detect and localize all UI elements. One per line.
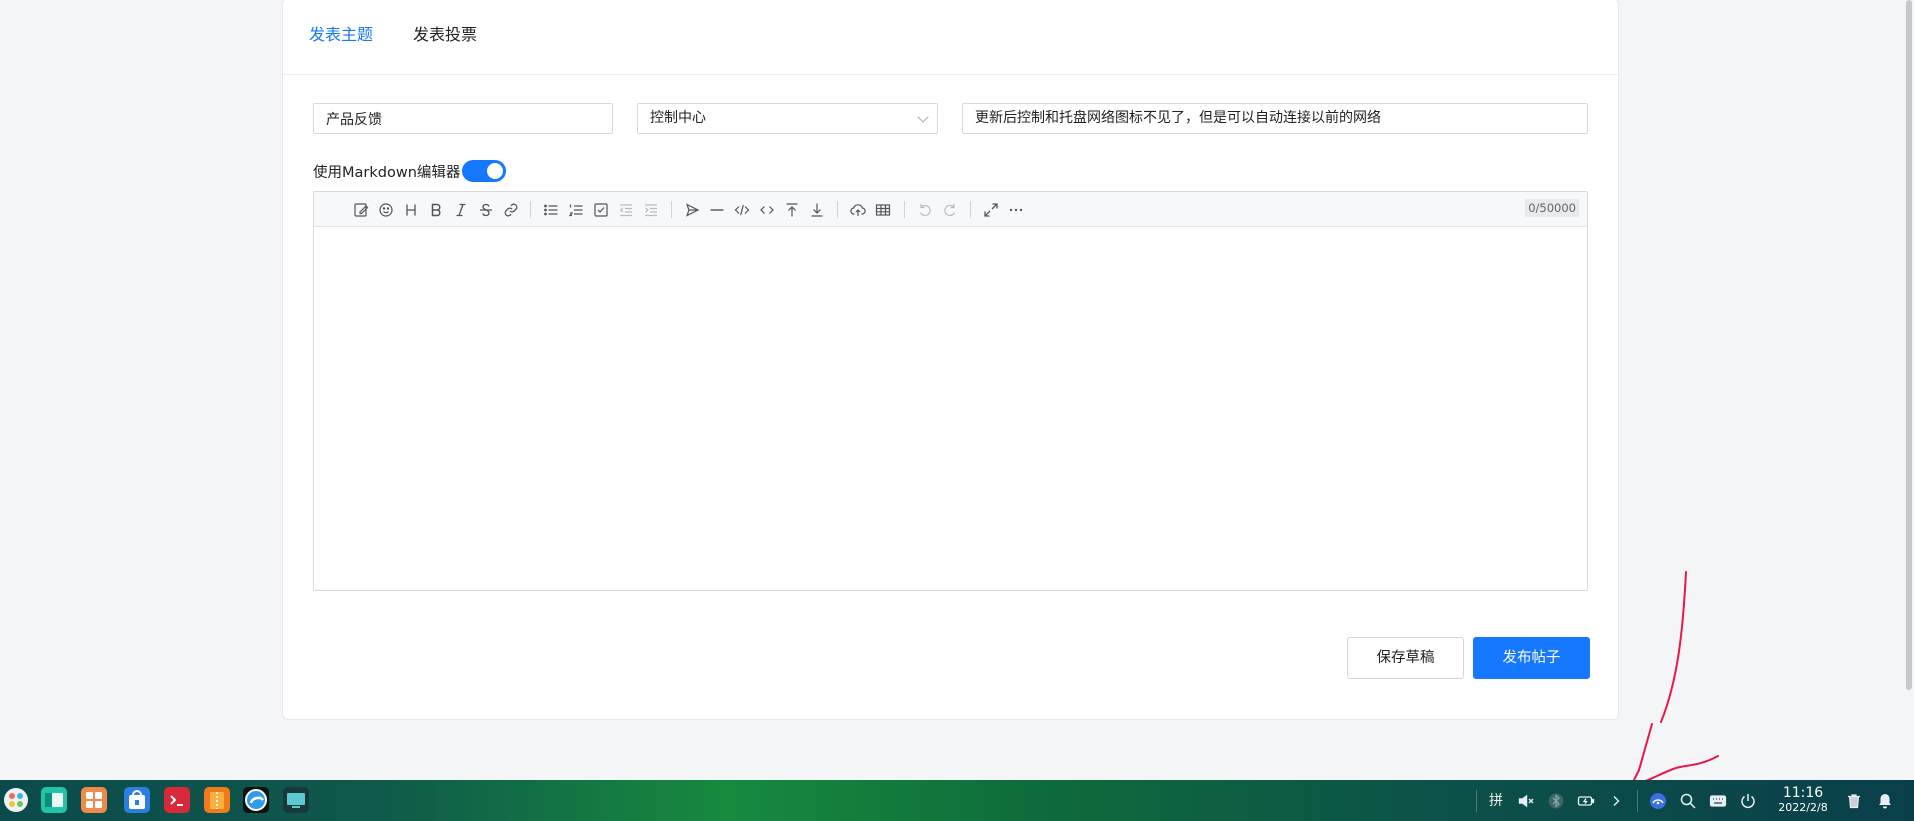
archive-manager-icon[interactable] [204, 787, 230, 813]
hr-icon[interactable] [708, 201, 726, 219]
trash-icon[interactable] [1843, 790, 1865, 812]
undo-icon[interactable] [916, 201, 934, 219]
taskbar: 拼 11:16 2022/2/8 [0, 780, 1914, 821]
switch-knob [487, 163, 504, 179]
title-input[interactable]: 更新后控制和托盘网络图标不见了，但是可以自动连接以前的网络 [962, 103, 1588, 134]
post-form-card: 发表主题 发表投票 产品反馈 控制中心 更新后控制和托盘网络图标不见了，但是可以… [282, 0, 1619, 720]
markdown-switch[interactable] [462, 160, 507, 182]
file-manager-icon[interactable] [41, 787, 67, 813]
strike-icon[interactable] [477, 201, 495, 219]
save-draft-button[interactable]: 保存草稿 [1347, 637, 1464, 679]
title-value: 更新后控制和托盘网络图标不见了，但是可以自动连接以前的网络 [975, 110, 1381, 126]
markdown-editor[interactable]: 0/50000 [313, 191, 1588, 591]
power-icon[interactable] [1737, 790, 1759, 812]
launcher-icon[interactable] [3, 787, 29, 813]
editor-toolbar: 0/50000 [314, 192, 1587, 227]
battery-icon[interactable] [1575, 790, 1597, 812]
volume-muted-icon[interactable] [1515, 790, 1537, 812]
tray-separator [1476, 790, 1477, 812]
toolbar-separator [970, 201, 971, 218]
bullet-list-icon[interactable] [542, 201, 560, 219]
category-field[interactable]: 产品反馈 [313, 103, 613, 134]
toolbar-separator [837, 201, 838, 218]
toolbar-separator [671, 201, 672, 218]
code-icon[interactable] [733, 201, 751, 219]
upload-icon[interactable] [849, 201, 867, 219]
app-store-icon[interactable] [81, 787, 107, 813]
markdown-toggle-row: 使用Markdown编辑器 [313, 159, 507, 183]
store-bag-icon[interactable] [124, 787, 150, 813]
outdent-icon[interactable] [617, 201, 635, 219]
markdown-label: 使用Markdown编辑器 [313, 164, 461, 181]
heading-icon[interactable] [402, 201, 420, 219]
italic-icon[interactable] [452, 201, 470, 219]
link-icon[interactable] [502, 201, 520, 219]
indent-icon[interactable] [642, 201, 660, 219]
quote-icon[interactable] [683, 201, 701, 219]
insert-after-icon[interactable] [808, 201, 826, 219]
system-monitor-icon[interactable] [283, 787, 309, 813]
tab-post-poll[interactable]: 发表投票 [413, 21, 477, 45]
notification-bell-icon[interactable] [1874, 790, 1896, 812]
search-icon[interactable] [1677, 790, 1699, 812]
insert-before-icon[interactable] [783, 201, 801, 219]
edit-icon[interactable] [352, 201, 370, 219]
table-icon[interactable] [874, 201, 892, 219]
clock[interactable]: 11:16 2022/2/8 [1770, 785, 1836, 815]
chevron-down-icon [917, 111, 929, 123]
emoji-icon[interactable] [377, 201, 395, 219]
input-method-icon[interactable]: 拼 [1485, 790, 1507, 812]
checklist-icon[interactable] [592, 201, 610, 219]
red-arrow-annotation [1630, 571, 1719, 786]
tray-separator [1637, 790, 1638, 812]
ordered-list-icon[interactable] [567, 201, 585, 219]
clock-time: 11:16 [1782, 785, 1824, 801]
toolbar-separator [904, 201, 905, 218]
fullscreen-icon[interactable] [982, 201, 1000, 219]
terminal-icon[interactable] [164, 787, 190, 813]
bold-icon[interactable] [427, 201, 445, 219]
module-select[interactable]: 控制中心 [637, 103, 938, 134]
bluetooth-icon[interactable] [1545, 790, 1567, 812]
inline-code-icon[interactable] [758, 201, 776, 219]
browser-icon[interactable] [243, 787, 269, 813]
publish-button[interactable]: 发布帖子 [1473, 637, 1590, 679]
tab-post-topic[interactable]: 发表主题 [309, 21, 373, 45]
clock-date: 2022/2/8 [1778, 801, 1828, 814]
post-type-tabs: 发表主题 发表投票 [283, 0, 1618, 75]
network-status-icon[interactable] [1647, 790, 1669, 812]
module-value: 控制中心 [650, 110, 706, 126]
tray-expand-icon[interactable] [1605, 790, 1627, 812]
redo-icon[interactable] [941, 201, 959, 219]
keyboard-icon[interactable] [1707, 790, 1729, 812]
scrollbar-thumb[interactable] [1906, 0, 1912, 690]
category-value: 产品反馈 [326, 112, 382, 128]
toolbar-separator [530, 201, 531, 218]
more-icon[interactable] [1007, 201, 1025, 219]
char-counter: 0/50000 [1525, 199, 1579, 217]
